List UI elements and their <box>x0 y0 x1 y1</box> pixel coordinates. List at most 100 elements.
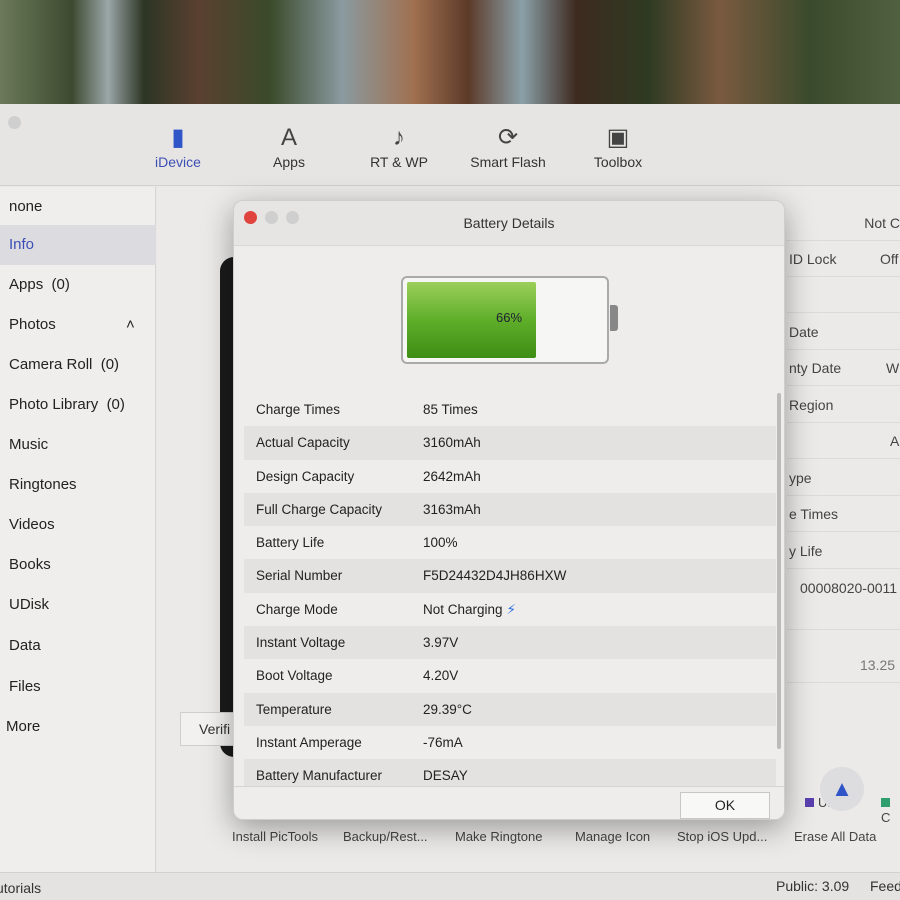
label: ype <box>789 470 812 486</box>
value-text: Not Charging <box>423 601 503 617</box>
zoom-button[interactable] <box>286 211 299 224</box>
label: Info <box>9 236 35 253</box>
label: ID Lock <box>789 251 837 267</box>
sidebar-item-udisk[interactable]: UDisk <box>0 585 156 625</box>
serial-row: 00008020-0011 <box>787 570 900 630</box>
tab-smart-flash[interactable]: ⟳ Smart Flash <box>463 122 553 170</box>
tab-label: Smart Flash <box>470 154 546 170</box>
sidebar-item-files[interactable]: Files <box>0 667 156 707</box>
detail-value: 85 Times <box>423 393 478 426</box>
broom-icon[interactable]: ▲ <box>820 767 864 811</box>
battery-terminal <box>610 305 618 331</box>
detail-value: Not Charging ⚡︎ <box>423 593 516 626</box>
label: More <box>6 718 41 735</box>
sidebar-item-data[interactable]: Data <box>0 626 156 666</box>
ok-button[interactable]: OK <box>680 792 770 819</box>
value-text: 85 Times <box>423 402 478 417</box>
detail-value: 100% <box>423 526 458 559</box>
label: Videos <box>9 516 55 533</box>
phone-icon: ▮ <box>171 124 185 151</box>
detail-value: 3163mAh <box>423 493 481 526</box>
tool-make-ringtone[interactable]: Make Ringtone <box>455 829 542 844</box>
detail-label: Temperature <box>256 701 332 717</box>
label: Camera Roll <box>9 356 93 373</box>
close-button[interactable] <box>244 211 257 224</box>
sidebar-item-books[interactable]: Books <box>0 545 156 585</box>
tool-erase-all-data[interactable]: Erase All Data <box>794 829 876 844</box>
tab-label: RT & WP <box>370 154 428 170</box>
detail-row: Boot Voltage 4.20V <box>244 659 776 692</box>
battery-details-list: Charge Times 85 Times Actual Capacity 3160m… <box>244 393 776 793</box>
detail-row: Battery Life 100% <box>244 526 776 559</box>
detail-row: Instant Voltage 3.97V <box>244 626 776 660</box>
info-row: ype <box>787 460 900 496</box>
chevron-up-icon[interactable]: ˄ <box>126 305 135 345</box>
label: Region <box>789 397 834 413</box>
storage-value: 13.25 <box>787 647 900 683</box>
label: y Life <box>789 543 823 559</box>
detail-label: Battery Life <box>256 535 325 551</box>
sidebar-item-photo-library[interactable]: Photo Library (0) <box>0 385 156 425</box>
sidebar-item-camera-roll[interactable]: Camera Roll (0) <box>0 345 156 385</box>
detail-value: -76mA <box>423 726 463 759</box>
app-store-icon: A <box>280 124 297 151</box>
dialog-footer: OK <box>234 786 784 819</box>
sidebar-item-ringtones[interactable]: Ringtones <box>0 465 156 505</box>
value-text: 4.20V <box>423 668 459 684</box>
info-row: A <box>787 423 900 459</box>
sidebar-item-videos[interactable]: Videos <box>0 505 156 545</box>
battery-graphic: 66% <box>401 276 609 364</box>
detail-label: Design Capacity <box>256 468 355 484</box>
value-text: DESAY <box>423 768 468 784</box>
value: A <box>890 433 900 449</box>
tool-install-pictools[interactable]: Install PicTools <box>232 829 318 844</box>
tab-label: Apps <box>273 154 305 170</box>
verify-button[interactable]: Verifi <box>180 712 240 746</box>
tab-idevice[interactable]: ▮ iDevice <box>133 122 223 170</box>
label: e Times <box>789 506 839 522</box>
info-row: e Times <box>787 496 900 532</box>
tab-apps[interactable]: A Apps <box>244 122 334 170</box>
label: Apps <box>9 276 44 293</box>
sidebar-item-photos[interactable]: Photos ˄ <box>0 305 156 345</box>
label: Files <box>9 678 41 695</box>
value-text: -76mA <box>423 734 463 750</box>
battery-details-dialog: Battery Details 66% Charge Times 85 Times… <box>233 200 785 820</box>
minimize-button[interactable] <box>265 211 278 224</box>
info-row: nty Date W <box>787 350 900 386</box>
detail-label: Serial Number <box>256 568 343 584</box>
detail-label: Charge Times <box>256 402 341 417</box>
tab-label: Toolbox <box>593 154 643 170</box>
tool-stop-ios-update[interactable]: Stop iOS Upd... <box>677 829 767 844</box>
info-row: Region <box>787 387 900 423</box>
count: (0) <box>100 356 120 373</box>
value-text: 3.97V <box>423 635 459 651</box>
label: Date <box>789 324 819 340</box>
label: Music <box>9 436 49 453</box>
sidebar-item-music[interactable]: Music <box>0 425 156 465</box>
tutorials-link[interactable]: utorials <box>0 880 41 896</box>
tool-backup-restore[interactable]: Backup/Rest... <box>343 829 428 844</box>
feedback-link[interactable]: Feed <box>870 878 900 894</box>
tool-manage-icon[interactable]: Manage Icon <box>575 829 650 844</box>
info-row: ID Lock Off <box>787 241 900 277</box>
detail-label: Boot Voltage <box>256 668 333 684</box>
value-text: 100% <box>423 535 458 551</box>
desktop-wallpaper <box>0 0 900 106</box>
detail-value: 3160mAh <box>423 426 481 459</box>
dialog-title: Battery Details <box>463 215 555 231</box>
sidebar-item-more[interactable]: More <box>0 707 156 747</box>
window-control[interactable] <box>8 116 21 129</box>
detail-row: Temperature 29.39°C <box>244 692 776 726</box>
sidebar-item-apps[interactable]: Apps (0) <box>0 265 156 305</box>
detail-label: Instant Amperage <box>256 734 362 750</box>
value-text: F5D24432D4JH86HXW <box>423 568 567 584</box>
label: Photo Library <box>9 396 99 413</box>
value: Off <box>880 251 899 267</box>
sidebar-item-info[interactable]: Info <box>0 225 156 265</box>
scrollbar[interactable] <box>777 393 781 749</box>
tab-toolbox[interactable]: ▣ Toolbox <box>573 122 663 170</box>
tab-rt-wp[interactable]: ♪ RT & WP <box>354 122 444 170</box>
detail-value: 4.20V <box>423 659 458 692</box>
value-text: 29.39°C <box>423 701 472 717</box>
